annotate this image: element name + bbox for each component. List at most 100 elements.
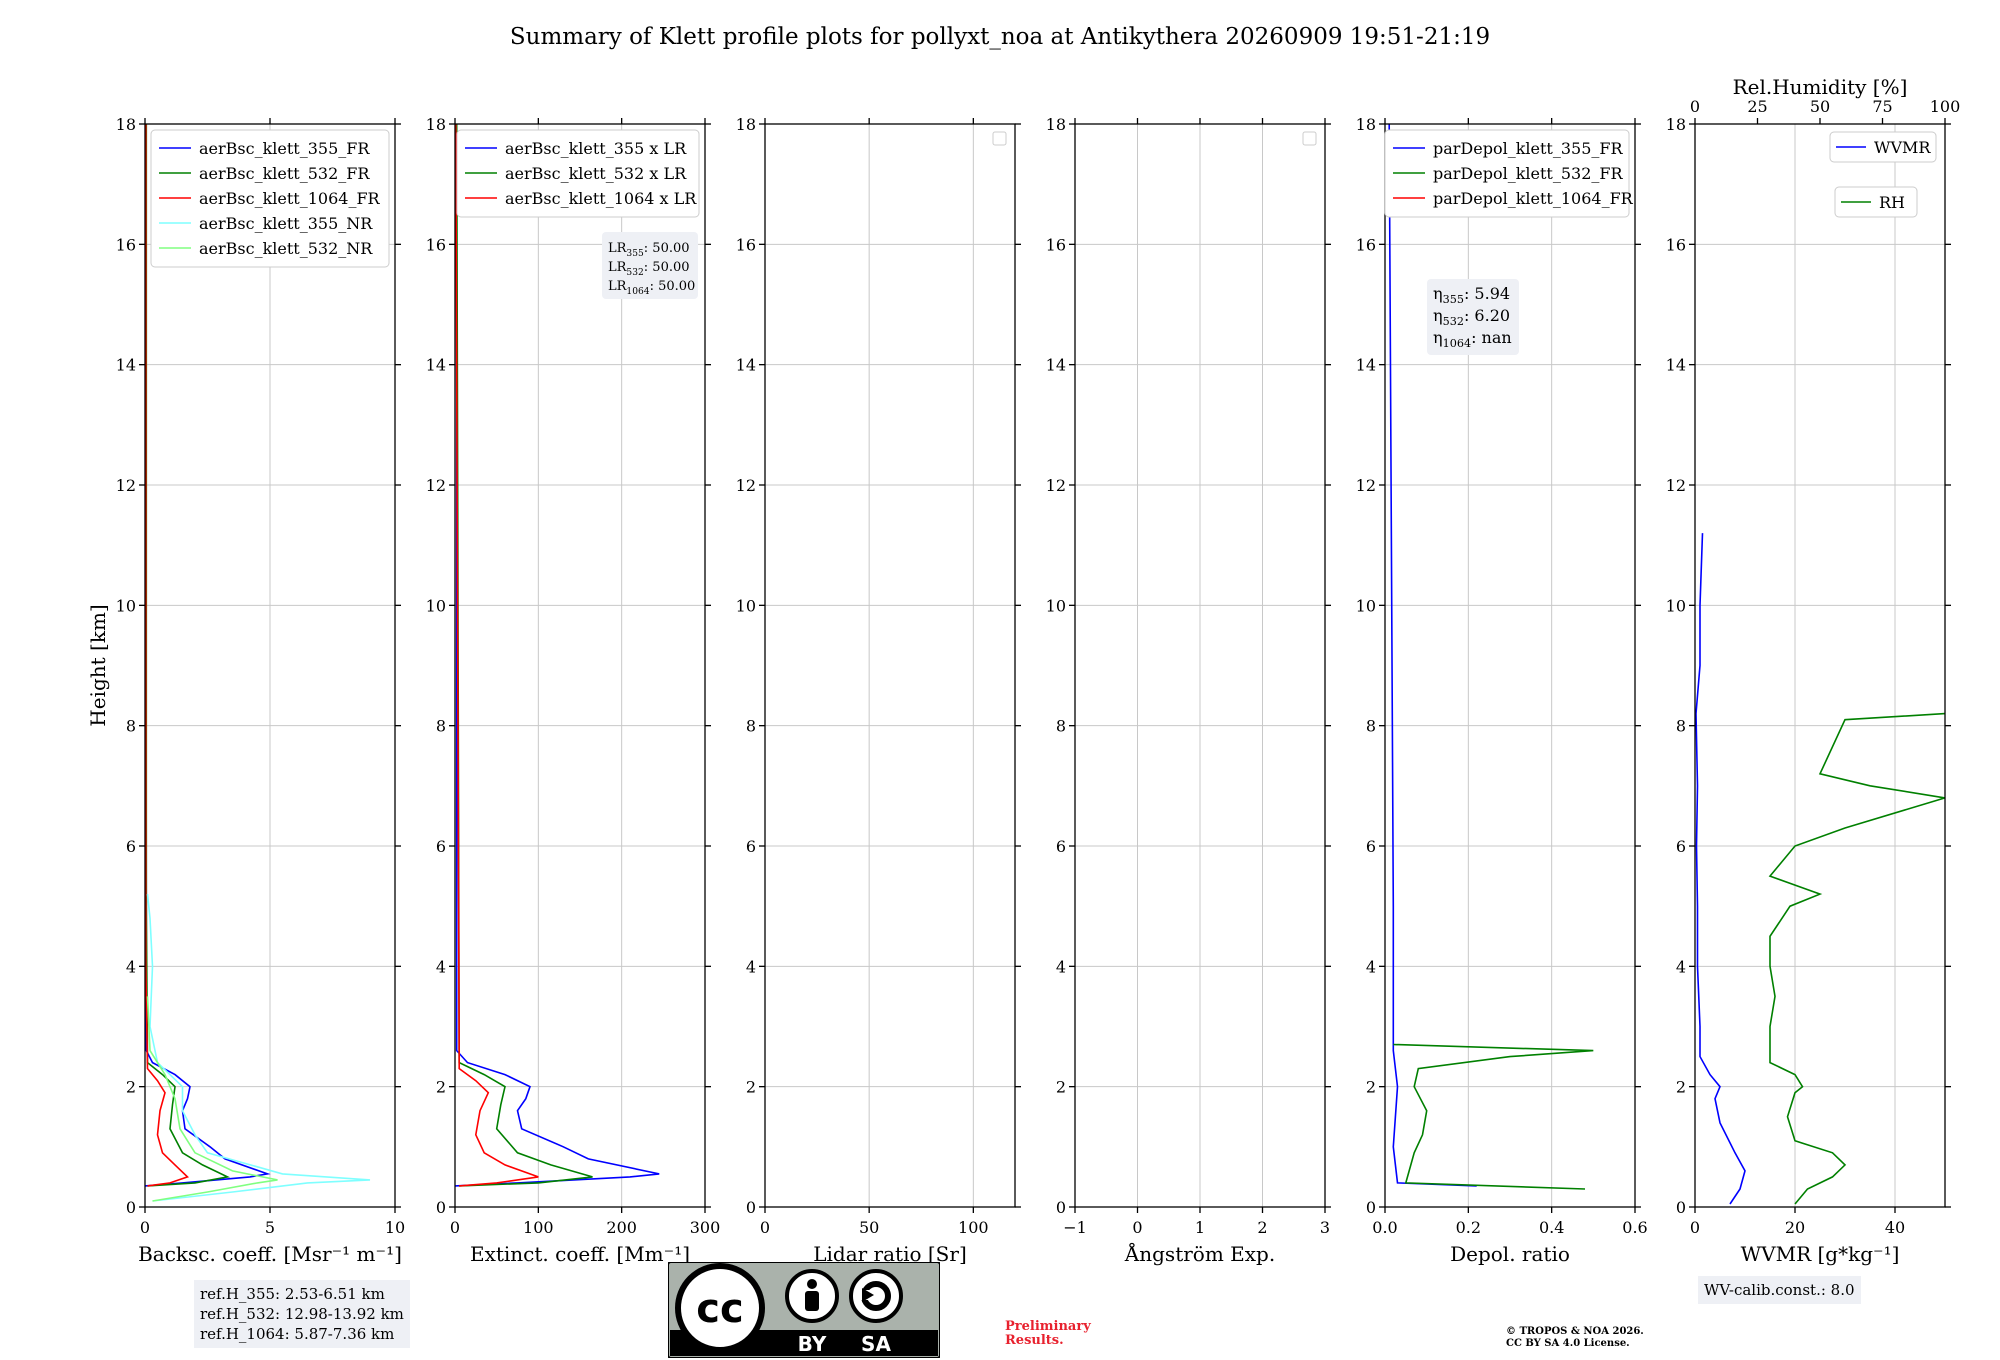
info-subscript: 355 xyxy=(1443,293,1464,306)
top-x-tick-label: 25 xyxy=(1747,97,1767,116)
y-tick-label: 8 xyxy=(126,717,136,736)
legend-entry: parDepol_klett_1064_FR xyxy=(1433,189,1634,208)
x-tick-label: 0.0 xyxy=(1372,1218,1397,1237)
series-line-aerBsc_klett_1064_FR xyxy=(145,124,190,1187)
y-tick-label: 16 xyxy=(116,235,136,254)
empty-legend-box xyxy=(992,131,1007,146)
y-tick-label: 0 xyxy=(126,1198,136,1217)
panel-backscatter: 0 2 4 6 8 10 12 14 16 18 0 5 10 Backsc. coeff. [Msr⁻¹… xyxy=(86,115,405,1266)
series-line-parDepol_klett_532_FR xyxy=(1393,1043,1594,1190)
legend-entry: aerBsc_klett_532 x LR xyxy=(505,164,687,183)
info-value: : 50.00 xyxy=(644,260,690,275)
x-tick-label: 300 xyxy=(690,1218,721,1237)
x-tick-label: 0.6 xyxy=(1622,1218,1647,1237)
figure-title: Summary of Klett profile plots for polly… xyxy=(510,24,1490,50)
y-tick-label: 14 xyxy=(1666,356,1686,375)
info-symbol: η xyxy=(1433,328,1443,347)
figure-canvas: Summary of Klett profile plots for polly… xyxy=(86,24,1961,1266)
wv-calib-label: WV-calib.const.: 8.0 xyxy=(1704,1281,1855,1299)
ref-height-355: ref.H_355: 2.53-6.51 km xyxy=(200,1285,385,1303)
cc-letters: cc xyxy=(696,1286,743,1332)
wv-calib-box: WV-calib.const.: 8.0 xyxy=(1698,1276,1861,1304)
info-subscript: 1064 xyxy=(1443,337,1471,350)
y-tick-label: 8 xyxy=(436,717,446,736)
ref-height-1064: ref.H_1064: 5.87-7.36 km xyxy=(200,1325,395,1343)
info-symbol: η xyxy=(1433,284,1443,303)
x-tick-label: 1 xyxy=(1195,1218,1205,1237)
y-tick-label: 18 xyxy=(1356,115,1376,134)
y-tick-label: 10 xyxy=(1356,596,1376,615)
y-tick-label: 4 xyxy=(126,957,136,976)
y-tick-label: 10 xyxy=(1666,596,1686,615)
panel-angstrom: 024681012141618−1 0 1 2 3Ångström Exp. xyxy=(1046,115,1331,1266)
y-tick-label: 18 xyxy=(1046,115,1066,134)
copyright-line-2: CC BY SA 4.0 License. xyxy=(1506,1338,1630,1349)
legend-entry: parDepol_klett_355_FR xyxy=(1433,139,1624,158)
legend-entry: aerBsc_klett_1064 x LR xyxy=(505,189,697,208)
series-line-aerBsc_klett_355_NR xyxy=(146,894,371,1202)
y-tick-label: 2 xyxy=(1056,1078,1066,1097)
y-tick-label: 4 xyxy=(1056,957,1066,976)
top-x-tick-label: 0 xyxy=(1690,97,1700,116)
y-tick-label: 2 xyxy=(746,1078,756,1097)
y-tick-label: 18 xyxy=(736,115,756,134)
y-tick-label: 10 xyxy=(1046,596,1066,615)
info-value: : 50.00 xyxy=(644,241,690,256)
x-tick-label: 2 xyxy=(1257,1218,1267,1237)
series-line-WVMR xyxy=(1695,533,1746,1205)
y-tick-label: 12 xyxy=(736,476,756,495)
legend-entry: WVMR xyxy=(1874,138,1931,157)
y-tick-label: 0 xyxy=(746,1198,756,1217)
y-tick-label: 4 xyxy=(436,957,446,976)
cc-by-sa-logo: cc BY SA xyxy=(668,1262,940,1358)
x-tick-label: 50 xyxy=(859,1218,879,1237)
x-tick-label: −1 xyxy=(1063,1218,1087,1237)
legend-entry: aerBsc_klett_532_NR xyxy=(199,239,373,258)
series-line-aerBsc_klett_532_FR xyxy=(145,124,231,1187)
panel-extinction: 0 2 4 6 8 10 12 14 16 18 0 100 200 300Extinct. coeff.… xyxy=(426,115,721,1266)
x-tick-label: 100 xyxy=(523,1218,554,1237)
share-alike-icon xyxy=(849,1269,903,1323)
x-axis-label: Depol. ratio xyxy=(1450,1242,1570,1266)
x-tick-label: 0 xyxy=(1132,1218,1142,1237)
top-x-tick-label: 100 xyxy=(1930,97,1961,116)
legend-entry: RH xyxy=(1879,193,1905,212)
y-tick-label: 6 xyxy=(436,837,446,856)
y-tick-label: 2 xyxy=(1366,1078,1376,1097)
y-tick-label: 0 xyxy=(1056,1198,1066,1217)
legend-entry: aerBsc_klett_355_FR xyxy=(199,139,370,158)
info-symbol: η xyxy=(1433,306,1443,325)
series-line-aerBsc_klett_355_FR xyxy=(144,123,271,1187)
top-x-tick-label: 50 xyxy=(1810,97,1830,116)
y-tick-label: 16 xyxy=(1046,235,1066,254)
top-axis-label: Rel.Humidity [%] xyxy=(1733,75,1908,99)
preliminary-note: Preliminary Results. xyxy=(1005,1319,1091,1348)
y-tick-label: 12 xyxy=(426,476,446,495)
y-tick-label: 8 xyxy=(746,717,756,736)
x-axis-label: WVMR [g*kg⁻¹] xyxy=(1741,1242,1900,1266)
y-tick-label: 8 xyxy=(1676,717,1686,736)
y-tick-label: 8 xyxy=(1366,717,1376,736)
copyright-line-1: © TROPOS & NOA 2026. xyxy=(1506,1326,1644,1337)
y-tick-label: 16 xyxy=(1666,235,1686,254)
x-tick-label: 0.4 xyxy=(1539,1218,1564,1237)
x-tick-label: 40 xyxy=(1885,1218,1905,1237)
info-value: : 50.00 xyxy=(650,279,696,294)
x-tick-label: 200 xyxy=(606,1218,637,1237)
by-label: BY xyxy=(798,1332,827,1356)
ref-height-box: ref.H_355: 2.53-6.51 km ref.H_532: 12.98… xyxy=(194,1280,410,1348)
x-tick-label: 0 xyxy=(1690,1218,1700,1237)
legend-entry: aerBsc_klett_355 x LR xyxy=(505,139,687,158)
x-tick-label: 20 xyxy=(1785,1218,1805,1237)
y-tick-label: 12 xyxy=(116,476,136,495)
info-subscript: 355 xyxy=(626,249,644,259)
y-tick-label: 6 xyxy=(1676,837,1686,856)
panel-wvmr: 0246810121416180 20 40WVMR [g*kg⁻¹]0 25 50 75… xyxy=(1666,75,1961,1266)
info-subscript: 1064 xyxy=(626,287,649,297)
y-tick-label: 2 xyxy=(1676,1078,1686,1097)
x-tick-label: 100 xyxy=(958,1218,989,1237)
series-line-aerBsc_klett_1064 x LR xyxy=(455,123,539,1187)
y-tick-label: 16 xyxy=(1356,235,1376,254)
y-tick-label: 14 xyxy=(426,356,446,375)
y-tick-label: 10 xyxy=(736,596,756,615)
